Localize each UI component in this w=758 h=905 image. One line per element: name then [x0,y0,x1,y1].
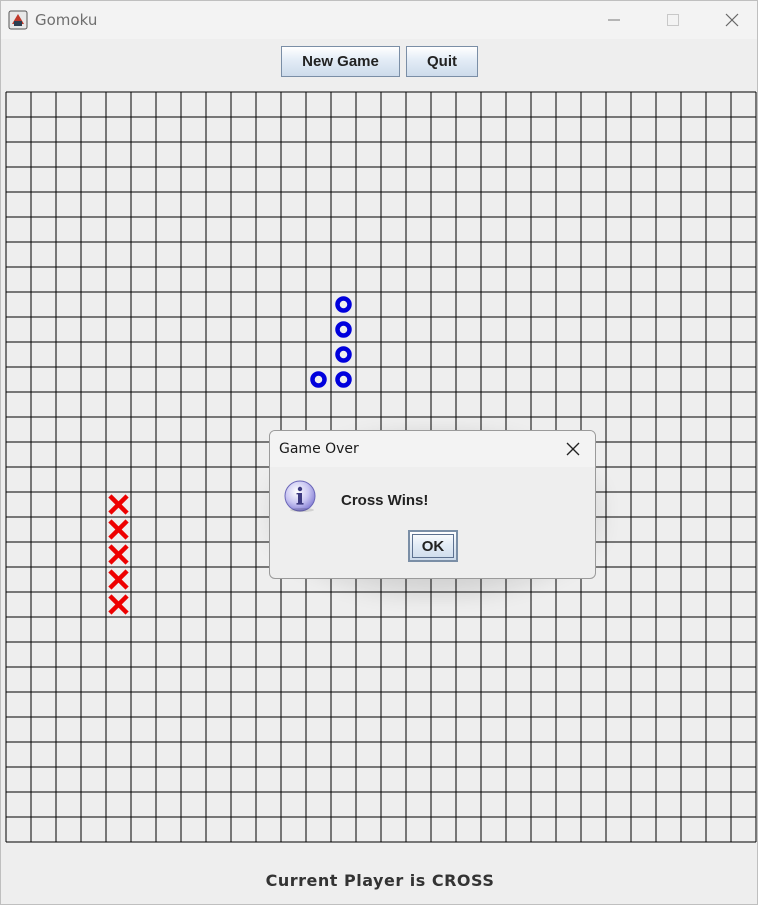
ok-button[interactable]: OK [408,530,458,562]
close-icon [566,442,580,456]
window-title: Gomoku [35,11,98,29]
maximize-button[interactable] [648,1,698,39]
game-over-dialog: Game Over Cross Wins! OK [269,430,596,579]
quit-button[interactable]: Quit [406,46,478,77]
minimize-button[interactable] [589,1,639,39]
status-text: Current Player is CROSS [265,871,495,890]
dialog-title: Game Over [279,441,359,457]
maximize-icon [667,14,679,26]
dialog-close-button[interactable] [551,431,595,467]
new-game-button[interactable]: New Game [281,46,400,77]
java-app-icon [8,10,28,30]
close-button[interactable] [707,1,757,39]
dialog-message: Cross Wins! [341,492,429,509]
info-icon [284,480,318,514]
close-icon [725,13,739,27]
title-bar[interactable]: Gomoku [1,1,757,39]
dialog-title-bar[interactable]: Game Over [270,431,595,467]
minimize-icon [608,19,620,21]
